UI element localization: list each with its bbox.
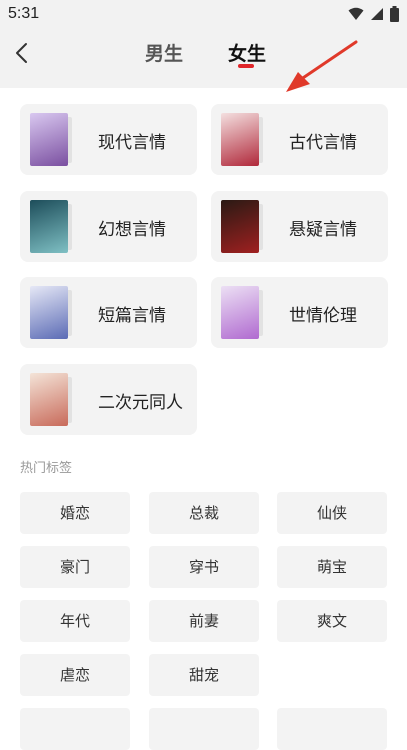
- tag-button[interactable]: 豪门: [20, 546, 130, 588]
- tag-button[interactable]: 萌宝: [277, 546, 387, 588]
- category-label: 短篇言情: [98, 306, 166, 326]
- tag-button[interactable]: [277, 708, 387, 750]
- tag-button[interactable]: 总裁: [149, 492, 259, 534]
- active-tab-indicator: [238, 64, 254, 68]
- tag-button[interactable]: 爽文: [277, 600, 387, 642]
- tag-button[interactable]: 仙侠: [277, 492, 387, 534]
- tab-male[interactable]: 男生: [145, 39, 183, 66]
- category-card[interactable]: 现代言情: [20, 104, 197, 175]
- category-label: 二次元同人: [98, 393, 183, 413]
- tag-button[interactable]: [149, 708, 259, 750]
- wifi-icon: [348, 7, 364, 20]
- tag-button[interactable]: 甜宠: [149, 654, 259, 696]
- category-label: 幻想言情: [98, 220, 166, 240]
- status-bar: 5:31: [0, 0, 407, 30]
- book-cover-image: [221, 200, 259, 253]
- book-cover-image: [30, 200, 68, 253]
- book-cover-image: [221, 113, 259, 166]
- category-card[interactable]: 二次元同人: [20, 364, 197, 435]
- header: 男生 女生: [0, 30, 407, 88]
- signal-icon: [371, 8, 383, 20]
- tag-button[interactable]: [20, 708, 130, 750]
- book-cover-image: [30, 373, 68, 426]
- hot-tags-title: 热门标签: [20, 461, 73, 476]
- book-cover-image: [30, 113, 68, 166]
- back-button[interactable]: [10, 40, 36, 66]
- status-time: 5:31: [8, 5, 40, 22]
- category-label: 悬疑言情: [289, 220, 357, 240]
- back-arrow-icon: [16, 43, 27, 63]
- tag-button[interactable]: 虐恋: [20, 654, 130, 696]
- tag-button[interactable]: 年代: [20, 600, 130, 642]
- book-cover-image: [221, 286, 259, 339]
- category-card[interactable]: 幻想言情: [20, 191, 197, 262]
- category-card[interactable]: 世情伦理: [211, 277, 388, 348]
- battery-icon: [390, 6, 399, 22]
- category-label: 古代言情: [289, 133, 357, 153]
- tag-button[interactable]: 婚恋: [20, 492, 130, 534]
- category-card[interactable]: 悬疑言情: [211, 191, 388, 262]
- tab-female[interactable]: 女生: [228, 39, 266, 66]
- category-label: 现代言情: [98, 133, 166, 153]
- tag-button[interactable]: 前妻: [149, 600, 259, 642]
- tag-button[interactable]: 穿书: [149, 546, 259, 588]
- category-card[interactable]: 短篇言情: [20, 277, 197, 348]
- category-card[interactable]: 古代言情: [211, 104, 388, 175]
- book-cover-image: [30, 286, 68, 339]
- status-icons: [348, 6, 399, 22]
- category-label: 世情伦理: [289, 306, 357, 326]
